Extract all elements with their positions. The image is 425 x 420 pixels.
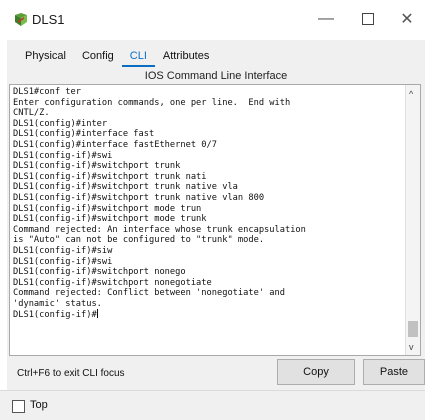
- terminal-line: Command rejected: Conflict between 'none…: [13, 288, 285, 299]
- tab-cli[interactable]: CLI: [121, 47, 155, 67]
- terminal-line: DLS1(config-if)#switchport trunk nati: [13, 171, 207, 182]
- terminal-line: DLS1(config-if)#switchport nonegotiate: [13, 277, 212, 288]
- minimize-button[interactable]: —: [305, 0, 347, 38]
- top-checkbox-label: Top: [30, 399, 48, 411]
- terminal-line: DLS1(config-if)#switchport trunk native …: [13, 192, 265, 203]
- terminal-line: is "Auto" can not be configured to "trun…: [13, 235, 265, 246]
- terminal-line: DLS1(config)#inter: [13, 118, 108, 129]
- maximize-icon: [362, 13, 374, 25]
- terminal-line: DLS1(config-if)#switchport trunk: [13, 161, 181, 172]
- top-checkbox[interactable]: [12, 400, 25, 413]
- terminal-line: DLS1(config-if)#switchport nonego: [13, 267, 186, 278]
- bottom-bar: Top: [0, 390, 425, 420]
- terminal-output: DLS1#conf ter Enter configuration command…: [13, 87, 405, 321]
- scroll-up-icon[interactable]: ^: [409, 89, 413, 99]
- device-panel: Physical Config CLI Attributes IOS Comma…: [7, 40, 425, 390]
- scroll-thumb[interactable]: [408, 321, 418, 337]
- scroll-down-icon[interactable]: v: [409, 342, 414, 352]
- tab-bar: Physical Config CLI Attributes: [17, 47, 217, 67]
- terminal-line: DLS1(config-if)#switchport mode trun: [13, 203, 202, 214]
- close-icon: ✕: [400, 11, 414, 28]
- cli-focus-hint: Ctrl+F6 to exit CLI focus: [17, 368, 125, 379]
- terminal-line: 'dynamic' status.: [13, 298, 102, 309]
- terminal-line: DLS1(config)#interface fast: [13, 129, 155, 140]
- window-title: DLS1: [32, 12, 65, 27]
- text-cursor: [96, 309, 98, 319]
- terminal-line: Enter configuration commands, one per li…: [13, 97, 291, 108]
- copy-button[interactable]: Copy: [277, 359, 355, 385]
- cli-terminal[interactable]: DLS1#conf ter Enter configuration command…: [9, 84, 421, 356]
- title-bar: DLS1 — ✕: [0, 0, 425, 38]
- terminal-line: DLS1(config-if)#swi: [13, 150, 113, 161]
- terminal-line: DLS1(config-if)#: [13, 309, 98, 321]
- terminal-line: DLS1(config-if)#swi: [13, 256, 113, 267]
- tab-config[interactable]: Config: [74, 47, 122, 67]
- terminal-line: Command rejected: An interface whose tru…: [13, 224, 306, 235]
- cli-heading: IOS Command Line Interface: [144, 70, 288, 82]
- paste-button[interactable]: Paste: [363, 359, 425, 385]
- minimize-icon: —: [318, 10, 334, 27]
- terminal-line: DLS1(config-if)#switchport mode trunk: [13, 214, 207, 225]
- terminal-scrollbar[interactable]: ^ v: [405, 85, 420, 355]
- cisco-device-icon: [15, 13, 27, 26]
- terminal-line: DLS1#conf ter: [13, 87, 81, 97]
- tab-physical[interactable]: Physical: [17, 47, 74, 67]
- maximize-button[interactable]: [347, 0, 389, 38]
- tab-attributes[interactable]: Attributes: [155, 47, 217, 67]
- terminal-line: DLS1(config)#interface fastEthernet 0/7: [13, 139, 217, 150]
- terminal-line: CNTL/Z.: [13, 108, 50, 119]
- close-button[interactable]: ✕: [389, 0, 425, 38]
- terminal-line: DLS1(config-if)#siw: [13, 245, 113, 256]
- terminal-line: DLS1(config-if)#switchport trunk native …: [13, 182, 238, 193]
